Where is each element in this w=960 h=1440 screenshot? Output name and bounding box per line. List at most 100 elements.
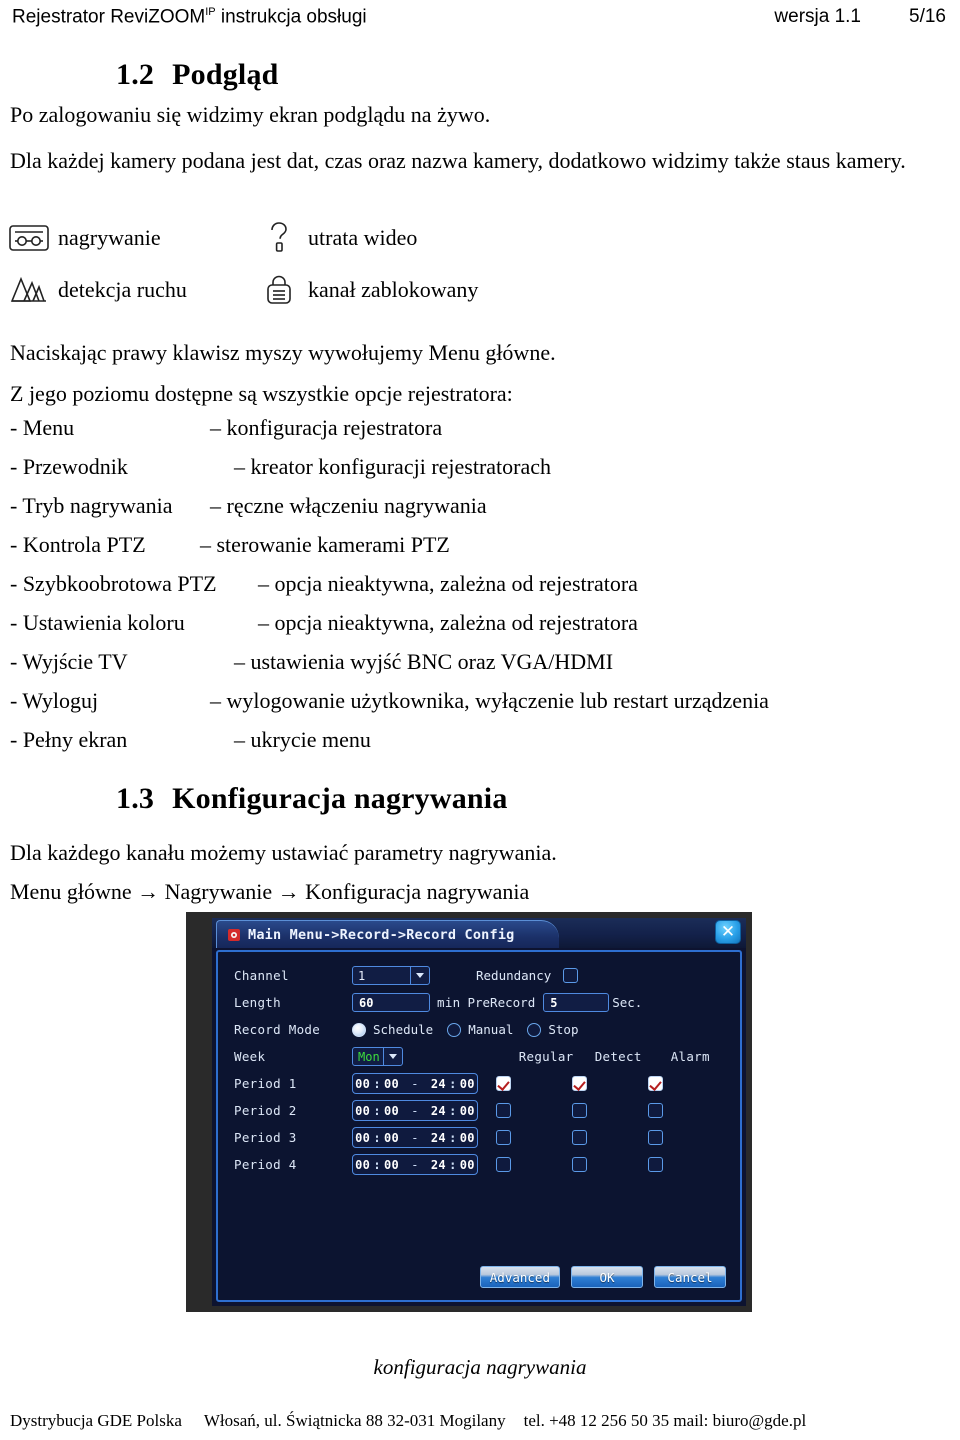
list-item: - Pełny ekran – ukrycie menu — [10, 727, 940, 766]
document-title-superscript: IP — [205, 6, 216, 18]
breadcrumb: Menu główne → Nagrywanie → Konfiguracja … — [10, 879, 530, 904]
period-1-time-range[interactable]: 00:00 - 24:00 — [352, 1073, 478, 1094]
menu-options-list: - Menu – konfiguracja rejestratora - Prze… — [10, 415, 940, 766]
period-3-regular-cell — [496, 1130, 572, 1145]
record-config-dialog: Main Menu->Record->Record Config ✕ Chann… — [212, 918, 746, 1306]
page-header: Rejestrator ReviZOOMIP instrukcja obsług… — [0, 6, 960, 36]
menu-option-desc: – kreator konfiguracji rejestratorach — [234, 454, 552, 479]
week-select-value: Mon — [358, 1049, 380, 1064]
channel-locked-icon — [256, 270, 302, 310]
prerecord-value: 5 — [550, 995, 558, 1010]
legend-row: detekcja ruchu kanał zablokowany — [6, 264, 526, 316]
period-3-label: Period 3 — [234, 1130, 297, 1145]
menu-option-term: - Pełny ekran — [10, 727, 128, 752]
period-2-time-range[interactable]: 00:00 - 24:00 — [352, 1100, 478, 1121]
period-4-end-hour: 24 — [430, 1157, 447, 1172]
video-loss-question-icon — [256, 218, 302, 258]
period-2-regular-checkbox[interactable] — [496, 1103, 511, 1118]
period-4-detect-checkbox[interactable] — [572, 1157, 587, 1172]
menu-option-desc: – wylogowanie użytkownika, wyłączenie lu… — [210, 688, 769, 713]
period-4-time-range[interactable]: 00:00 - 24:00 — [352, 1154, 478, 1175]
dialog-body: Channel 1 Redundancy Length 60 min PreRe… — [216, 950, 742, 1302]
gear-icon — [227, 928, 241, 942]
period-3-time-range[interactable]: 00:00 - 24:00 — [352, 1127, 478, 1148]
period-4-label: Period 4 — [234, 1157, 297, 1172]
field-row-record-mode: Record Mode Schedule Manual Stop — [234, 1016, 724, 1043]
table-row: Period 1 00:00 - 24:00 — [234, 1070, 724, 1097]
footer-company: Dystrybucja GDE Polska — [10, 1411, 182, 1430]
dialog-titlebar: Main Menu->Record->Record Config ✕ — [212, 918, 746, 948]
close-icon[interactable]: ✕ — [715, 920, 741, 944]
period-2-alarm-checkbox[interactable] — [648, 1103, 663, 1118]
legend-label-recording: nagrywanie — [58, 225, 161, 250]
length-input[interactable]: 60 — [352, 993, 430, 1012]
legend-label-motion-detection: detekcja ruchu — [58, 277, 187, 302]
redundancy-checkbox[interactable] — [563, 968, 579, 983]
record-mode-option-stop-label: Stop — [548, 1022, 579, 1037]
period-3-start-hour: 00 — [355, 1130, 371, 1145]
status-icon-legend: nagrywanie utrata wideo detekcja ruchu k… — [6, 212, 526, 316]
period-1-detect-checkbox[interactable] — [572, 1076, 587, 1091]
section-number-1-3: 1.3 — [116, 782, 155, 815]
cancel-button[interactable]: Cancel — [654, 1266, 726, 1288]
ok-button[interactable]: OK — [571, 1266, 643, 1288]
dialog-button-bar: Advanced OK Cancel — [479, 1266, 726, 1288]
period-1-start-hour: 00 — [355, 1076, 371, 1091]
period-1-regular-checkbox[interactable] — [496, 1076, 511, 1091]
period-1-end-minute: 00 — [459, 1076, 475, 1091]
period-1-alarm-cell — [648, 1076, 724, 1091]
period-4-alarm-checkbox[interactable] — [648, 1157, 663, 1172]
period-3-alarm-cell — [648, 1130, 724, 1145]
advanced-button[interactable]: Advanced — [479, 1266, 560, 1288]
period-2-detect-checkbox[interactable] — [572, 1103, 587, 1118]
menu-option-term: - Kontrola PTZ — [10, 532, 146, 557]
legend-row: nagrywanie utrata wideo — [6, 212, 526, 264]
record-mode-radio-stop[interactable] — [527, 1022, 542, 1037]
week-select[interactable]: Mon — [352, 1047, 403, 1066]
legend-item-channel-locked: kanał zablokowany — [256, 270, 478, 310]
period-1-end-hour: 24 — [430, 1076, 447, 1091]
period-2-end-hour: 24 — [430, 1103, 447, 1118]
period-1-detect-cell — [572, 1076, 648, 1091]
period-4-alarm-cell — [648, 1157, 724, 1172]
record-mode-radio-schedule[interactable] — [352, 1022, 366, 1037]
period-3-detect-checkbox[interactable] — [572, 1130, 587, 1145]
period-3-start-minute: 00 — [383, 1130, 400, 1145]
header-right-group: wersja 1.1 5/16 — [774, 6, 946, 28]
menu-option-desc: – sterowanie kamerami PTZ — [200, 532, 450, 557]
section-heading-1-2: 1.2 Podgląd — [116, 58, 279, 92]
record-mode-option-schedule-label: Schedule — [373, 1022, 434, 1037]
period-4-regular-checkbox[interactable] — [496, 1157, 511, 1172]
dialog-title-tab: Main Menu->Record->Record Config — [216, 920, 559, 948]
menu-option-desc: – konfiguracja rejestratora — [210, 415, 443, 440]
legend-label-video-loss: utrata wideo — [308, 225, 418, 250]
period-4-detect-cell — [572, 1157, 648, 1172]
field-row-channel: Channel 1 Redundancy — [234, 962, 724, 989]
prerecord-input[interactable]: 5 — [543, 993, 610, 1012]
menu-option-desc: – ustawienia wyjść BNC oraz VGA/HDMI — [234, 649, 614, 674]
column-header-alarm: Alarm — [670, 1049, 710, 1064]
section-title-1-3: Konfiguracja nagrywania — [172, 782, 508, 815]
figure-caption: konfiguracja nagrywania — [373, 1355, 587, 1379]
schedule-column-headers: Regular Detect Alarm — [519, 1049, 747, 1064]
channel-select-value: 1 — [358, 968, 366, 983]
record-mode-radio-manual[interactable] — [447, 1022, 462, 1037]
menu-option-term: - Menu — [10, 415, 75, 440]
field-row-length: Length 60 min PreRecord 5 Sec. — [234, 989, 724, 1016]
table-row: Period 2 00:00 - 24:00 — [234, 1097, 724, 1124]
field-row-week: Week Mon Regular Detect Alarm — [234, 1043, 724, 1070]
column-header-detect: Detect — [594, 1049, 642, 1064]
legend-label-channel-locked: kanał zablokowany — [308, 277, 479, 302]
list-item: - Menu – konfiguracja rejestratora — [10, 415, 940, 454]
period-1-alarm-checkbox[interactable] — [648, 1076, 663, 1091]
period-3-alarm-checkbox[interactable] — [648, 1130, 663, 1145]
period-3-end-hour: 24 — [430, 1130, 447, 1145]
document-version: wersja 1.1 — [774, 6, 862, 28]
paragraph-right-click-menu: Naciskając prawy klawisz myszy wywołujem… — [10, 340, 556, 365]
channel-select[interactable]: 1 — [352, 966, 430, 985]
period-4-start-minute: 00 — [383, 1157, 400, 1172]
period-3-regular-checkbox[interactable] — [496, 1130, 511, 1145]
chevron-down-icon — [382, 1048, 402, 1065]
period-4-regular-cell — [496, 1157, 572, 1172]
document-title-rest: instrukcja obsługi — [215, 6, 367, 28]
